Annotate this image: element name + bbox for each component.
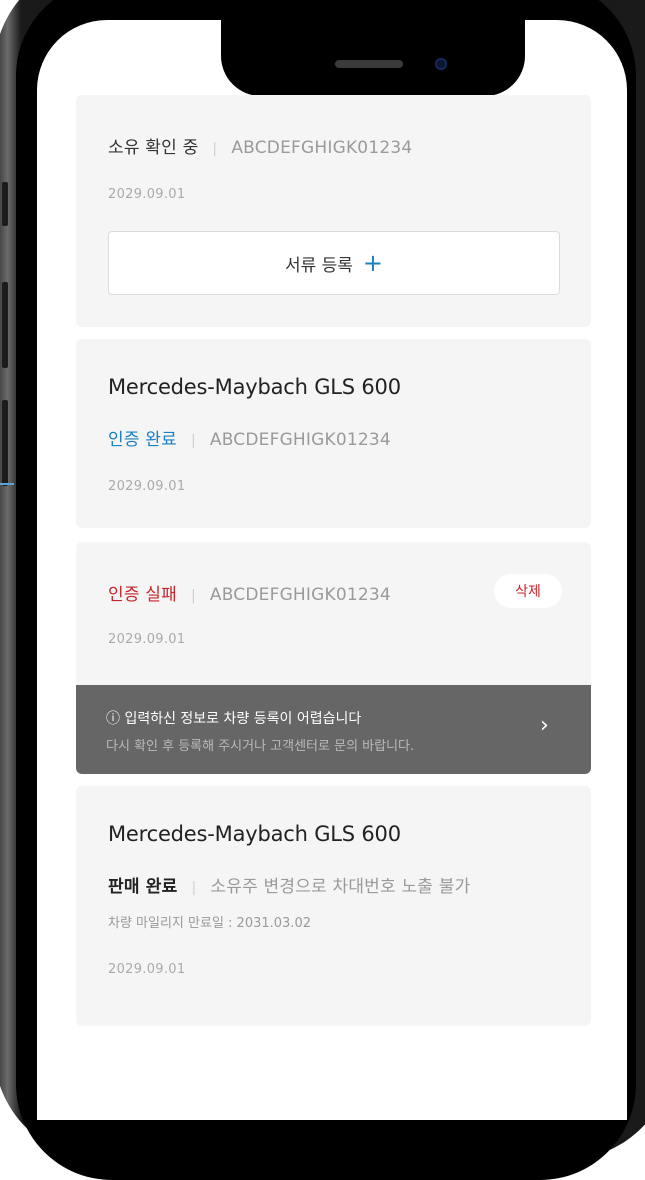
status-line: 판매 완료 | 소유주 변경으로 차대번호 노출 불가 <box>108 872 470 897</box>
separator: | <box>212 141 218 157</box>
vehicle-title: Mercedes-Maybach GLS 600 <box>108 822 401 846</box>
status-label: 판매 완료 <box>108 877 178 897</box>
vehicle-card-pending: 소유 확인 중 | ABCDEFGHIGK01234 2029.09.01 서류 등… <box>76 95 591 327</box>
phone-volume-down-button <box>2 400 8 486</box>
chevron-right-icon: › <box>540 713 549 738</box>
register-documents-button[interactable]: 서류 등록 + <box>108 231 560 295</box>
register-documents-label: 서류 등록 <box>284 255 353 276</box>
vin-code: ABCDEFGHIGK01234 <box>209 430 391 450</box>
error-message-line: ⓘ 입력하신 정보로 차량 등록이 어렵습니다 <box>106 708 361 728</box>
vehicle-card-verified[interactable]: Mercedes-Maybach GLS 600 인증 완료 | ABCDEFGHI… <box>76 339 591 528</box>
delete-button[interactable]: 삭제 <box>494 574 562 608</box>
status-label: 소유 확인 중 <box>108 138 199 158</box>
status-line: 인증 완료 | ABCDEFGHIGK01234 <box>108 425 391 450</box>
info-icon: ⓘ <box>106 711 120 727</box>
vin-code: ABCDEFGHIGK01234 <box>209 585 391 605</box>
separator: | <box>190 588 196 604</box>
registration-date: 2029.09.01 <box>108 632 186 647</box>
vehicle-card-failed: 인증 실패 | ABCDEFGHIGK01234 삭제 2029.09.01 ⓘ 입… <box>76 542 591 774</box>
error-banner[interactable]: ⓘ 입력하신 정보로 차량 등록이 어렵습니다 다시 확인 후 등록해 주시거나… <box>76 685 591 774</box>
vehicle-title: Mercedes-Maybach GLS 600 <box>108 375 401 399</box>
separator: | <box>190 433 196 449</box>
status-line: 소유 확인 중 | ABCDEFGHIGK01234 <box>108 133 412 158</box>
vehicle-card-sold[interactable]: Mercedes-Maybach GLS 600 판매 완료 | 소유주 변경으로 … <box>76 786 591 1026</box>
separator: | <box>191 880 197 896</box>
phone-notch <box>221 20 525 96</box>
vin-code: ABCDEFGHIGK01234 <box>231 138 413 158</box>
registration-date: 2029.09.01 <box>108 187 186 202</box>
registration-date: 2029.09.01 <box>108 962 186 977</box>
status-line: 인증 실패 | ABCDEFGHIGK01234 <box>108 580 391 605</box>
error-sub-message: 다시 확인 후 등록해 주시거나 고객센터로 문의 바랍니다. <box>106 739 415 754</box>
plus-icon: + <box>362 249 384 277</box>
front-camera <box>435 58 447 70</box>
status-label: 인증 완료 <box>108 430 177 450</box>
error-message: 입력하신 정보로 차량 등록이 어렵습니다 <box>124 711 362 727</box>
registration-date: 2029.09.01 <box>108 479 186 494</box>
status-note: 소유주 변경으로 차대번호 노출 불가 <box>210 877 471 897</box>
mileage-expiry: 차량 마일리지 만료일 : 2031.03.02 <box>108 916 311 931</box>
side-accent-line <box>0 483 14 485</box>
phone-side-button <box>2 182 8 226</box>
speaker-grill <box>335 60 403 68</box>
phone-volume-up-button <box>2 282 8 368</box>
status-label: 인증 실패 <box>108 585 177 605</box>
